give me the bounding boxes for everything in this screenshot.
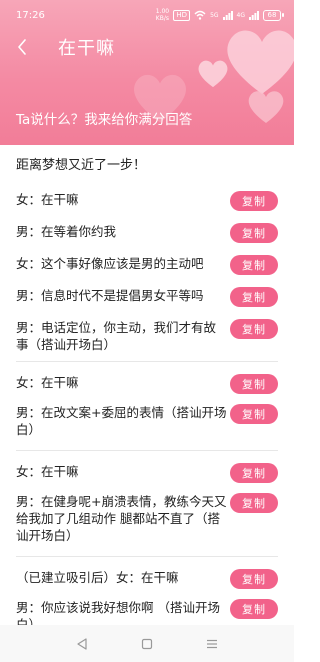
wifi-icon xyxy=(194,10,206,20)
header: 17:26 1.00 KB/s HD 5G 4G 68 在干嘛 Ta说什么？我来… xyxy=(0,0,294,145)
line-text: 女：在干嘛 xyxy=(16,375,79,390)
dialogue-line: 男：在改文案+委屈的表情（搭讪开场白） 复制 xyxy=(16,404,278,438)
signal-icon xyxy=(249,10,259,20)
dialogue-group: 女：在干嘛 复制 男：在等着你约我 复制 女：这个事好像应该是男的主动吧 复制 … xyxy=(16,181,278,362)
network-speed: 1.00 KB/s xyxy=(155,8,170,22)
header-subtitle: Ta说什么？我来给你满分回答 xyxy=(16,112,193,128)
line-text: 男：你应该说我好想你啊 （搭讪开场白） xyxy=(16,600,220,625)
copy-button[interactable]: 复制 xyxy=(230,319,278,339)
status-time: 17:26 xyxy=(16,9,45,21)
copy-button[interactable]: 复制 xyxy=(230,404,278,424)
line-text: 男：在等着你约我 xyxy=(16,224,117,239)
hd-badge: HD xyxy=(173,9,191,21)
dialogue-line: 男：你应该说我好想你啊 （搭讪开场白） 复制 xyxy=(16,599,278,625)
menu-icon xyxy=(206,639,217,648)
copy-button[interactable]: 复制 xyxy=(230,374,278,394)
dialogue-group: 女：在干嘛 复制 男：在健身呢+崩溃表情，教练今天又给我加了几组动作 腿都站不直… xyxy=(16,451,278,557)
dialogue-line: （已建立吸引后）女：在干嘛 复制 xyxy=(16,569,278,589)
system-nav-bar xyxy=(0,625,294,662)
dialogue-group: （已建立吸引后）女：在干嘛 复制 男：你应该说我好想你啊 （搭讪开场白） 复制 xyxy=(16,557,278,625)
copy-button[interactable]: 复制 xyxy=(230,287,278,307)
line-text: 女：在干嘛 xyxy=(16,464,79,479)
signal-icon xyxy=(222,10,233,20)
content-list[interactable]: 距离梦想又近了一步！ 女：在干嘛 复制 男：在等着你约我 复制 女：这个事好像应… xyxy=(0,145,294,625)
network-label-2: 4G xyxy=(236,11,245,19)
heart-decoration-icon xyxy=(248,91,284,123)
dialogue-line: 女：在干嘛 复制 xyxy=(16,374,278,394)
intro-text: 距离梦想又近了一步！ xyxy=(16,158,147,173)
battery-level: 68 xyxy=(263,9,281,21)
line-text: 男：在健身呢+崩溃表情，教练今天又给我加了几组动作 腿都站不直了（搭讪开场白） xyxy=(16,494,227,543)
dialogue-line: 男：电话定位，你主动，我们才有故事（搭讪开场白） 复制 xyxy=(16,319,278,353)
copy-button[interactable]: 复制 xyxy=(230,191,278,211)
dialogue-group: 女：在干嘛 复制 男：在改文案+委屈的表情（搭讪开场白） 复制 xyxy=(16,362,278,451)
copy-button[interactable]: 复制 xyxy=(230,463,278,483)
line-text: 女：在干嘛 xyxy=(16,192,79,207)
status-icons: 1.00 KB/s HD 5G 4G 68 xyxy=(155,8,284,22)
chevron-left-icon xyxy=(18,39,26,55)
copy-button[interactable]: 复制 xyxy=(230,223,278,243)
dialogue-line: 男：信息时代不是提倡男女平等吗 复制 xyxy=(16,287,278,307)
battery-icon: 68 xyxy=(263,9,284,21)
nav-back-button[interactable] xyxy=(70,634,94,654)
back-button[interactable] xyxy=(2,32,42,62)
line-text: 男：在改文案+委屈的表情（搭讪开场白） xyxy=(16,405,227,437)
dialogue-line: 男：在健身呢+崩溃表情，教练今天又给我加了几组动作 腿都站不直了（搭讪开场白） … xyxy=(16,493,278,544)
triangle-back-icon xyxy=(77,637,87,650)
nav-bar-top: 在干嘛 xyxy=(0,32,294,62)
copy-button[interactable]: 复制 xyxy=(230,569,278,589)
square-home-icon xyxy=(141,638,153,649)
page-title: 在干嘛 xyxy=(58,38,115,59)
nav-menu-button[interactable] xyxy=(200,634,224,654)
line-text: 男：电话定位，你主动，我们才有故事（搭讪开场白） xyxy=(16,320,217,352)
copy-button[interactable]: 复制 xyxy=(230,493,278,513)
dialogue-line: 女：在干嘛 复制 xyxy=(16,463,278,483)
dialogue-line: 女：在干嘛 复制 xyxy=(16,191,278,211)
dialogue-line: 男：在等着你约我 复制 xyxy=(16,223,278,243)
status-bar: 17:26 1.00 KB/s HD 5G 4G 68 xyxy=(0,0,294,30)
network-label-1: 5G xyxy=(210,11,219,19)
line-text: 男：信息时代不是提倡男女平等吗 xyxy=(16,288,204,303)
dialogue-line: 女：这个事好像应该是男的主动吧 复制 xyxy=(16,255,278,275)
nav-home-button[interactable] xyxy=(135,634,159,654)
heart-decoration-icon xyxy=(198,60,228,88)
copy-button[interactable]: 复制 xyxy=(230,255,278,275)
line-text: （已建立吸引后）女：在干嘛 xyxy=(16,570,179,585)
line-text: 女：这个事好像应该是男的主动吧 xyxy=(16,256,204,271)
copy-button[interactable]: 复制 xyxy=(230,599,278,619)
